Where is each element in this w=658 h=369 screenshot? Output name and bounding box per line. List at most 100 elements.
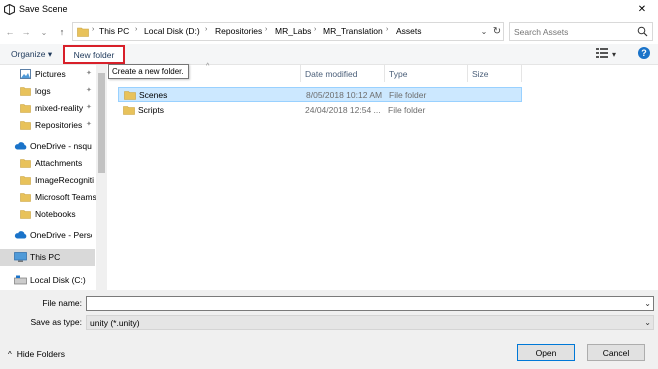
breadcrumb-local-disk-d[interactable]: Local Disk (D:) <box>144 26 200 36</box>
search-input[interactable] <box>514 25 632 38</box>
arrow-up-icon: ↑ <box>59 27 65 37</box>
sort-ascending-icon: ^ <box>206 63 210 70</box>
save-as-type-label: Save as type: <box>30 317 82 327</box>
open-button[interactable]: Open <box>517 344 575 361</box>
organize-button[interactable]: Organize ▾ <box>11 49 52 60</box>
breadcrumb-assets[interactable]: Assets <box>396 26 422 36</box>
sidebar-item-onedrive-nsquared[interactable]: OneDrive - nsquar <box>0 138 95 155</box>
change-view-button[interactable]: ▾ <box>596 48 616 60</box>
sidebar-item-local-disk-c[interactable]: Local Disk (C:) <box>0 272 95 289</box>
sidebar-item-attachments[interactable]: Attachments <box>0 155 95 172</box>
folder-icon <box>124 90 136 102</box>
pin-icon: ✦ <box>86 70 92 77</box>
breadcrumb-separator: › <box>92 26 95 33</box>
new-folder-button[interactable]: New folder <box>63 45 125 64</box>
help-button[interactable]: ? <box>638 47 650 59</box>
save-as-type-value: unity (*.unity) <box>90 318 140 328</box>
refresh-icon: ↻ <box>492 26 502 37</box>
hide-folders-button[interactable]: ^ Hide Folders <box>8 349 65 359</box>
refresh-button[interactable]: ↻ <box>491 25 503 38</box>
folder-icon <box>20 192 31 204</box>
navigation-scroll-thumb[interactable] <box>98 73 105 173</box>
title-bar: Save Scene ✕ <box>0 0 658 19</box>
breadcrumb-this-pc[interactable]: This PC <box>99 26 129 36</box>
save-as-type-select[interactable]: unity (*.unity) ⌄ <box>86 315 654 330</box>
column-divider[interactable] <box>521 65 522 82</box>
chevron-up-icon: ^ <box>8 349 12 359</box>
folder-icon <box>20 175 31 187</box>
chevron-down-icon[interactable]: ⌄ <box>644 299 651 308</box>
chevron-down-icon: ▾ <box>612 49 617 59</box>
column-divider[interactable] <box>300 65 301 82</box>
sidebar-item-label: OneDrive - Persor <box>30 230 92 240</box>
window-title: Save Scene <box>19 4 68 14</box>
file-row-scripts[interactable]: Scripts 24/04/2018 12:54 ... File folder <box>118 103 522 118</box>
breadcrumb-mr-labs[interactable]: MR_Labs <box>275 26 311 36</box>
sidebar-item-mixed-reality[interactable]: mixed-reality ✦ <box>0 100 95 117</box>
chevron-down-icon: ⌄ <box>40 27 48 37</box>
back-button[interactable]: ← <box>3 25 17 39</box>
view-list-icon <box>596 48 608 60</box>
folder-icon <box>20 86 31 98</box>
column-divider[interactable] <box>384 65 385 82</box>
file-type: File folder <box>388 105 426 115</box>
file-date-modified: 24/04/2018 12:54 ... <box>305 105 381 115</box>
close-icon: ✕ <box>637 4 647 15</box>
help-icon: ? <box>641 48 647 58</box>
recent-locations-button[interactable]: ⌄ <box>37 25 51 39</box>
sidebar-item-label: ImageRecogniti <box>35 175 95 185</box>
breadcrumb-separator: › <box>265 26 268 33</box>
pictures-icon <box>20 69 31 81</box>
folder-icon <box>20 158 31 170</box>
search-icon <box>637 26 648 39</box>
sidebar-item-onedrive-personal[interactable]: OneDrive - Persor <box>0 227 95 244</box>
sidebar-item-logs[interactable]: logs ✦ <box>0 83 95 100</box>
file-name-label: File name: <box>42 298 82 308</box>
cloud-icon <box>14 230 27 241</box>
sidebar-item-this-pc[interactable]: This PC <box>0 249 95 266</box>
arrow-left-icon: ← <box>5 27 15 37</box>
chevron-down-icon: ⌄ <box>644 318 651 327</box>
chevron-down-icon: ⌄ <box>480 27 488 36</box>
forward-button[interactable]: → <box>19 25 33 39</box>
file-name: Scripts <box>138 105 164 115</box>
column-header-date[interactable]: Date modified <box>305 69 357 79</box>
breadcrumb-repositories[interactable]: Repositories <box>215 26 262 36</box>
column-header-size[interactable]: Size <box>472 69 489 79</box>
sidebar-item-repositories[interactable]: Repositories ✦ <box>0 117 95 134</box>
sidebar-item-imagerecognition[interactable]: ImageRecogniti <box>0 172 95 189</box>
file-type: File folder <box>389 90 427 100</box>
folder-icon <box>20 103 31 115</box>
breadcrumb-separator: › <box>135 26 138 33</box>
close-button[interactable]: ✕ <box>626 0 658 19</box>
sidebar-item-label: Attachments <box>35 158 83 168</box>
folder-icon <box>20 120 31 132</box>
sidebar-item-label: Local Disk (C:) <box>30 275 86 285</box>
folder-icon <box>20 209 31 221</box>
up-button[interactable]: ↑ <box>55 25 69 39</box>
file-row-scenes[interactable]: Scenes 8/05/2018 10:12 AM File folder <box>118 87 522 102</box>
pin-icon: ✦ <box>86 87 92 94</box>
sidebar-item-label: Notebooks <box>35 209 76 219</box>
sidebar-item-pictures[interactable]: Pictures ✦ <box>0 66 95 83</box>
address-bar[interactable]: › This PC › Local Disk (D:) › Repositori… <box>72 22 504 41</box>
sidebar-item-microsoft-teams[interactable]: Microsoft Teams <box>0 189 97 206</box>
new-folder-tooltip: Create a new folder. <box>108 64 189 79</box>
breadcrumb-mr-translation[interactable]: MR_Translation <box>323 26 383 36</box>
breadcrumb-separator: › <box>205 26 208 33</box>
breadcrumb-separator: › <box>386 26 389 33</box>
folder-icon <box>123 105 135 117</box>
pin-icon: ✦ <box>86 121 92 128</box>
search-box[interactable] <box>509 22 653 41</box>
file-name-field[interactable]: ⌄ <box>86 296 654 311</box>
sidebar-item-notebooks[interactable]: Notebooks <box>0 206 95 223</box>
address-dropdown-button[interactable]: ⌄ <box>478 25 490 38</box>
drive-icon <box>14 275 27 287</box>
column-header-type[interactable]: Type <box>389 69 407 79</box>
cancel-button[interactable]: Cancel <box>587 344 645 361</box>
file-name: Scenes <box>139 90 168 100</box>
column-divider[interactable] <box>467 65 468 82</box>
hide-folders-label: Hide Folders <box>16 349 65 359</box>
cloud-icon <box>14 141 27 152</box>
sidebar-item-label: This PC <box>30 252 61 262</box>
